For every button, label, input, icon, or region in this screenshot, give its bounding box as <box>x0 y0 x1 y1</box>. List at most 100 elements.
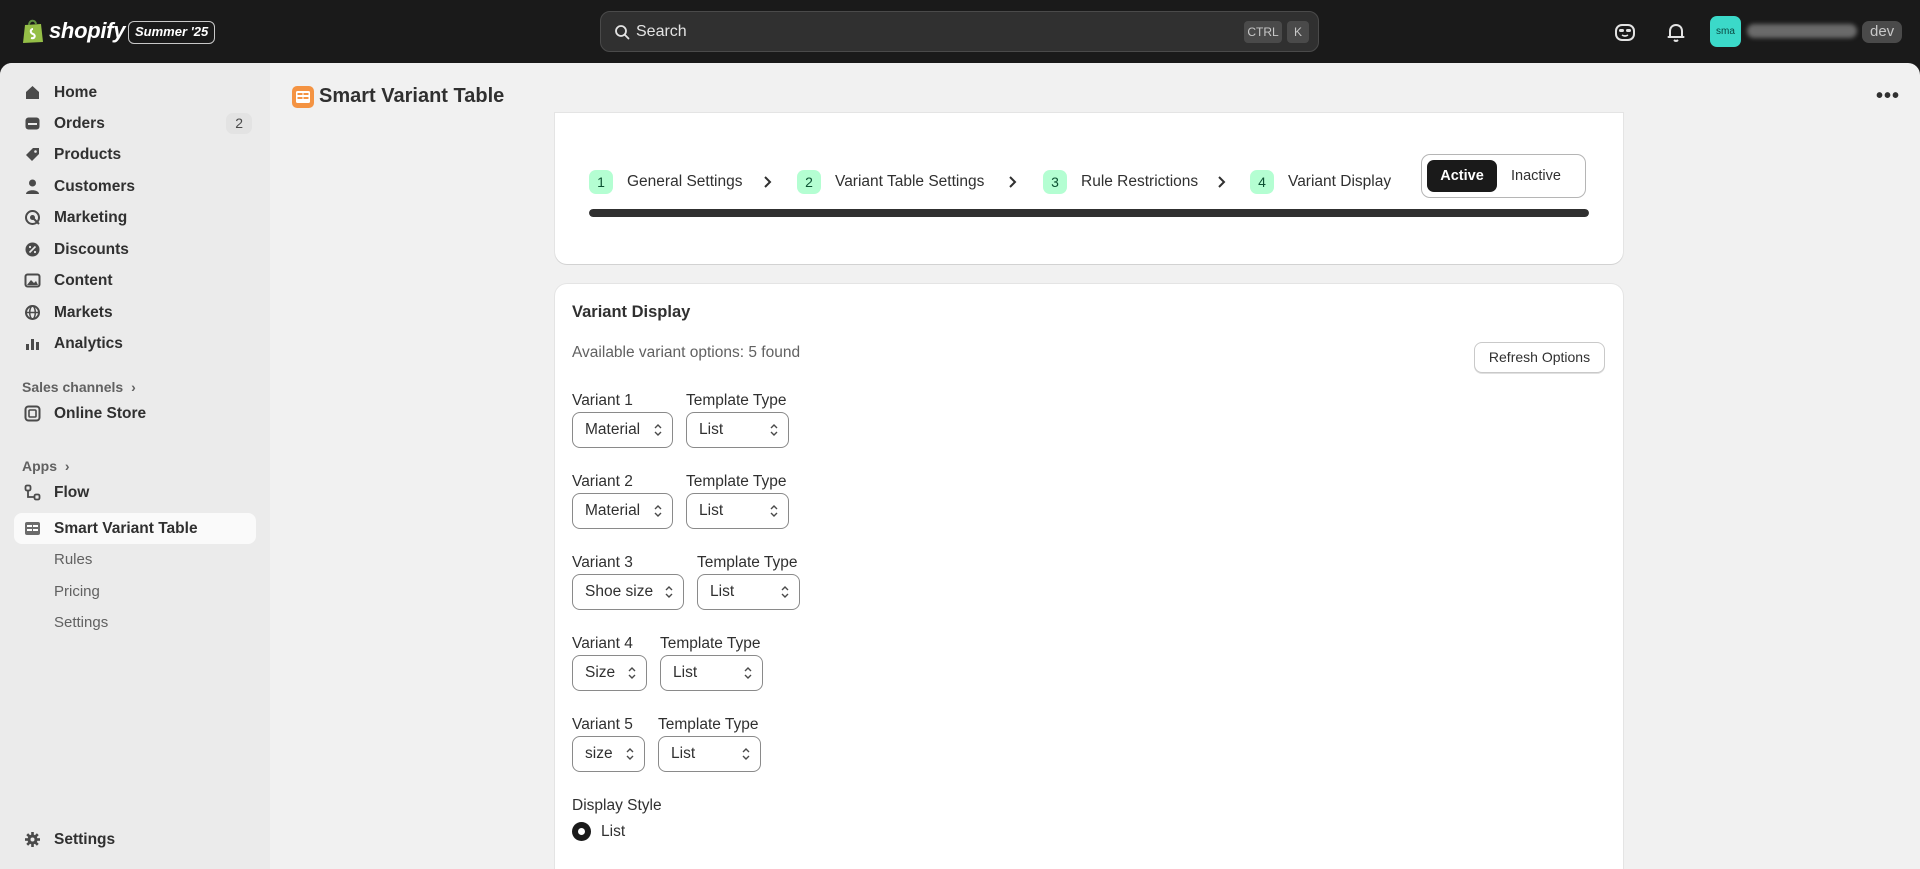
template-select-value: List <box>710 583 735 600</box>
variant-select[interactable]: Shoe size <box>572 574 684 610</box>
variant-select[interactable]: Material <box>572 412 673 448</box>
page-title: Smart Variant Table <box>319 85 505 107</box>
sidebar-item-flow[interactable]: Flow <box>14 477 256 508</box>
template-type-select[interactable]: List <box>660 655 763 691</box>
status-active-button[interactable]: Active <box>1427 160 1497 192</box>
template-type-select[interactable]: List <box>697 574 800 610</box>
sidebar-item-customers[interactable]: Customers <box>14 171 256 202</box>
template-type-select[interactable]: List <box>658 736 761 772</box>
variant-select-value: Material <box>585 502 641 519</box>
sidebar: Home Orders 2 Products Customers Marketi… <box>0 63 270 869</box>
template-select-value: List <box>699 502 724 519</box>
template-type-select[interactable]: List <box>686 493 789 529</box>
variant-select-value: Material <box>585 421 641 438</box>
template-type-label: Template Type <box>697 554 798 571</box>
sidebar-item-label: Smart Variant Table <box>54 520 198 537</box>
step-number: 3 <box>1043 170 1067 194</box>
template-select-value: List <box>673 664 698 681</box>
template-type-select[interactable]: List <box>686 412 789 448</box>
sales-channels-heading[interactable]: Sales channels › <box>22 379 136 395</box>
sidebar-item-content[interactable]: Content <box>14 265 256 296</box>
select-arrows-icon <box>742 748 750 760</box>
sidebar-item-settings[interactable]: Settings <box>14 824 256 855</box>
edition-badge[interactable]: Summer '25 <box>128 21 216 44</box>
step-label: Rule Restrictions <box>1081 173 1199 190</box>
sidebar-item-analytics[interactable]: Analytics <box>14 328 256 359</box>
select-arrows-icon <box>654 424 662 436</box>
variant-select-value: Size <box>585 664 616 681</box>
bell-icon[interactable] <box>1664 20 1688 44</box>
select-arrows-icon <box>770 505 778 517</box>
step-general-settings[interactable]: 1 General Settings <box>589 170 742 194</box>
sidebar-subitem-settings[interactable]: Settings <box>54 614 108 631</box>
sidebar-item-label: Marketing <box>54 209 128 226</box>
shopify-bag-icon <box>23 19 43 43</box>
status-inactive-button[interactable]: Inactive <box>1511 160 1561 192</box>
chevron-right-icon <box>764 176 772 188</box>
variant-select[interactable]: size <box>572 736 645 772</box>
select-arrows-icon <box>626 748 634 760</box>
sidebar-item-label: Content <box>54 272 113 289</box>
display-style-label: Display Style <box>572 797 662 814</box>
step-label: General Settings <box>627 173 743 190</box>
marketing-icon <box>25 210 40 225</box>
sidekick-icon[interactable] <box>1613 20 1637 44</box>
variant-label: Variant 4 <box>572 635 633 652</box>
select-arrows-icon <box>654 505 662 517</box>
orders-count-badge: 2 <box>226 113 252 134</box>
sidebar-item-home[interactable]: Home <box>14 77 256 108</box>
variant-select[interactable]: Material <box>572 493 673 529</box>
progress-fill <box>589 209 1589 217</box>
online-store-icon <box>24 405 41 422</box>
sales-channels-label: Sales channels <box>22 379 124 395</box>
step-variant-display[interactable]: 4 Variant Display <box>1250 170 1391 194</box>
sidebar-subitem-rules[interactable]: Rules <box>54 551 92 568</box>
refresh-options-button[interactable]: Refresh Options <box>1474 342 1605 373</box>
sidebar-item-label: Online Store <box>54 405 147 422</box>
step-rule-restrictions[interactable]: 3 Rule Restrictions <box>1043 170 1198 194</box>
sidebar-subitem-pricing[interactable]: Pricing <box>54 583 100 600</box>
variant-display-card: Variant Display Available variant option… <box>555 284 1623 869</box>
apps-heading[interactable]: Apps › <box>22 458 70 474</box>
store-name-redacted[interactable] <box>1747 24 1857 38</box>
content-icon <box>24 273 41 288</box>
display-style-radio-list[interactable] <box>572 822 591 841</box>
sidebar-item-smart-variant-table[interactable]: Smart Variant Table <box>14 513 256 544</box>
step-label: Variant Display <box>1288 173 1392 190</box>
customers-icon <box>26 179 39 194</box>
home-icon <box>26 86 39 99</box>
flow-icon <box>24 484 41 501</box>
select-arrows-icon <box>781 586 789 598</box>
variant-label: Variant 1 <box>572 392 633 409</box>
apps-label: Apps <box>22 458 57 474</box>
search-placeholder: Search <box>636 23 687 40</box>
chevron-right-icon <box>1218 176 1226 188</box>
brand-name: shopify <box>49 18 126 43</box>
more-actions-button[interactable]: ••• <box>1876 85 1900 108</box>
variant-label: Variant 5 <box>572 716 633 733</box>
avatar[interactable]: sma <box>1710 16 1741 47</box>
available-options-text: Available variant options: 5 found <box>572 344 801 361</box>
chevron-right-icon <box>1009 176 1017 188</box>
progress-bar <box>589 209 1589 217</box>
orders-icon <box>25 117 40 130</box>
sidebar-item-products[interactable]: Products <box>14 139 256 170</box>
gear-icon <box>25 832 40 847</box>
sidebar-item-marketing[interactable]: Marketing <box>14 202 256 233</box>
step-number: 1 <box>589 170 613 194</box>
sidebar-item-markets[interactable]: Markets <box>14 297 256 328</box>
chevron-right-icon: › <box>131 379 136 395</box>
variant-select[interactable]: Size <box>572 655 647 691</box>
sidebar-item-orders[interactable]: Orders 2 <box>14 108 256 139</box>
discounts-icon <box>25 242 40 257</box>
template-select-value: List <box>671 745 696 762</box>
shopify-logo[interactable]: shopify <box>22 18 125 44</box>
sidebar-item-discounts[interactable]: Discounts <box>14 234 256 265</box>
sidebar-item-label: Markets <box>54 304 113 321</box>
sidebar-item-label: Analytics <box>54 335 123 352</box>
sidebar-item-online-store[interactable]: Online Store <box>14 398 256 429</box>
search-bar[interactable]: Search CTRL K <box>600 11 1319 52</box>
variant-select-value: Shoe size <box>585 583 654 600</box>
variant-label: Variant 3 <box>572 554 633 571</box>
step-variant-table-settings[interactable]: 2 Variant Table Settings <box>797 170 984 194</box>
